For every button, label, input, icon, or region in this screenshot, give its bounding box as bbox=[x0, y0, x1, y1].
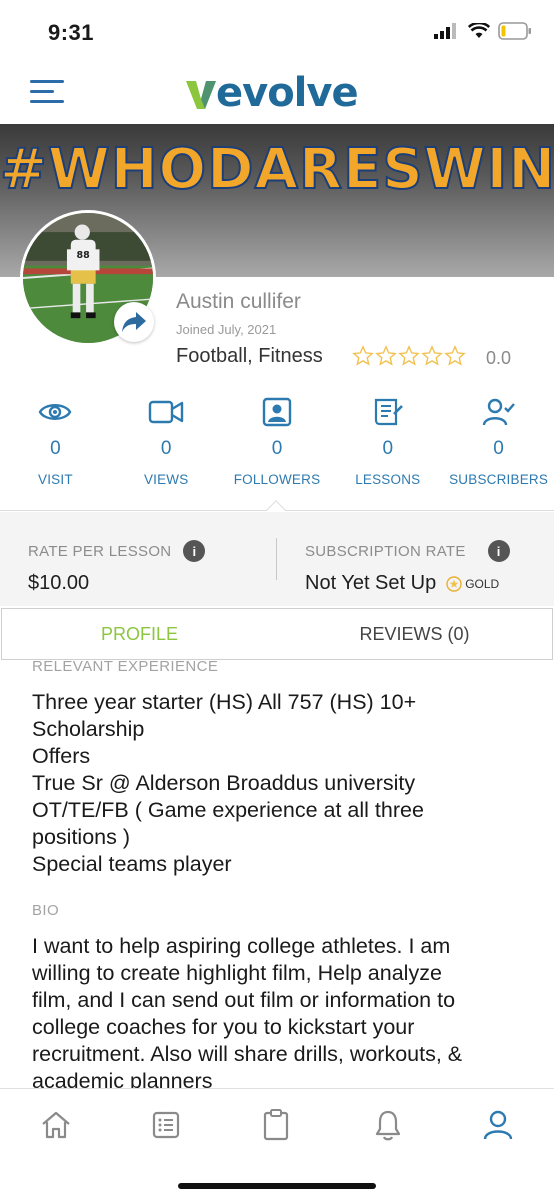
rating-value: 0.0 bbox=[486, 348, 512, 368]
info-icon[interactable]: i bbox=[487, 540, 510, 562]
battery-icon bbox=[498, 22, 531, 40]
app-logo: evolve bbox=[186, 70, 359, 116]
profile-content: RELEVANT EXPERIENCE Three year starter (… bbox=[0, 660, 554, 1088]
stat-followers[interactable]: 0 FOLLOWERS bbox=[222, 392, 333, 502]
menu-icon[interactable] bbox=[30, 80, 66, 106]
clipboard-icon bbox=[263, 1109, 289, 1141]
subscription-rate-value: Not Yet Set Up bbox=[305, 572, 437, 594]
home-indicator bbox=[178, 1183, 376, 1189]
nav-home[interactable] bbox=[36, 1107, 76, 1143]
stat-followers-label: FOLLOWERS bbox=[233, 472, 321, 487]
stat-lessons[interactable]: 0 LESSONS bbox=[332, 392, 443, 502]
svg-text:88: 88 bbox=[77, 250, 91, 261]
gold-star-icon bbox=[446, 575, 462, 592]
profile-icon bbox=[483, 1110, 513, 1140]
gold-label: GOLD bbox=[465, 576, 500, 591]
bio-label: BIO bbox=[32, 902, 60, 919]
star-icon bbox=[375, 345, 397, 366]
status-icons bbox=[434, 22, 532, 40]
joined-date: Joined July, 2021 bbox=[176, 322, 277, 337]
home-icon bbox=[42, 1111, 70, 1139]
banner-text: #WHODARESWINS bbox=[0, 136, 554, 203]
tab-profile[interactable]: PROFILE bbox=[2, 609, 277, 659]
list-icon bbox=[152, 1111, 180, 1139]
stat-views-label: VIEWS bbox=[143, 472, 189, 487]
signal-icon bbox=[434, 23, 456, 39]
subscription-rate: SUBSCRIPTION RATE i Not Yet Set Up GOLD bbox=[305, 540, 510, 595]
rates-panel: RATE PER LESSON i $10.00 SUBSCRIPTION RA… bbox=[0, 512, 554, 606]
star-icon bbox=[352, 345, 374, 366]
lessons-doc-icon bbox=[374, 398, 403, 426]
subscription-rate-title: SUBSCRIPTION RATE bbox=[305, 542, 466, 560]
stat-views-value: 0 bbox=[160, 438, 172, 459]
stat-subscribers-value: 0 bbox=[493, 438, 504, 459]
user-portrait-icon bbox=[262, 397, 292, 427]
stat-subscribers-label: SUBSCRIBERS bbox=[449, 472, 549, 487]
rate-per-lesson-title: RATE PER LESSON bbox=[28, 542, 172, 560]
nav-notifications[interactable] bbox=[368, 1107, 408, 1143]
status-bar: 9:31 bbox=[0, 0, 554, 60]
rate-per-lesson-value: $10.00 bbox=[28, 572, 90, 594]
user-check-icon bbox=[482, 398, 515, 426]
tab-reviews[interactable]: REVIEWS (0) bbox=[277, 609, 552, 659]
logo-text: evolve bbox=[216, 70, 359, 116]
profile-tabs: PROFILE REVIEWS (0) bbox=[1, 608, 553, 660]
stat-lessons-label: LESSONS bbox=[355, 472, 421, 487]
nav-profile[interactable] bbox=[478, 1107, 518, 1143]
stat-subscribers[interactable]: 0 SUBSCRIBERS bbox=[443, 392, 554, 502]
wifi-icon bbox=[468, 23, 490, 38]
profile-sports: Football, Fitness bbox=[176, 345, 323, 367]
star-icon bbox=[444, 345, 466, 366]
experience-label: RELEVANT EXPERIENCE bbox=[32, 660, 219, 675]
rate-per-lesson: RATE PER LESSON i $10.00 bbox=[28, 540, 206, 595]
stat-lessons-value: 0 bbox=[382, 438, 394, 459]
stat-views[interactable]: 0 VIEWS bbox=[111, 392, 222, 502]
nav-clipboard[interactable] bbox=[256, 1107, 296, 1143]
logo-v-mark bbox=[186, 81, 216, 109]
stats-row: 0 VISIT 0 VIEWS 0 FOLLOWERS 0 LESSONS 0 … bbox=[0, 392, 554, 502]
star-icon bbox=[398, 345, 420, 366]
app-header: evolve bbox=[0, 60, 554, 124]
stat-visit-label: VISIT bbox=[38, 472, 73, 487]
star-icon bbox=[421, 345, 443, 366]
bio-text: I want to help aspiring college athletes… bbox=[32, 934, 463, 1088]
bell-icon bbox=[375, 1110, 401, 1141]
stat-visit-value: 0 bbox=[50, 438, 61, 459]
share-button[interactable] bbox=[114, 302, 154, 342]
video-camera-icon bbox=[148, 400, 184, 424]
profile-name: Austin cullifer bbox=[176, 290, 301, 313]
stat-visit[interactable]: 0 VISIT bbox=[0, 392, 111, 502]
rates-separator bbox=[276, 538, 277, 580]
stat-followers-value: 0 bbox=[271, 438, 283, 459]
gold-badge: GOLD bbox=[446, 575, 500, 592]
nav-list[interactable] bbox=[146, 1107, 186, 1143]
status-time: 9:31 bbox=[48, 20, 95, 45]
eye-icon bbox=[39, 404, 72, 420]
info-icon[interactable]: i bbox=[183, 540, 206, 562]
experience-text: Three year starter (HS) All 757 (HS) 10+… bbox=[32, 690, 424, 876]
rating-stars bbox=[352, 345, 466, 367]
share-arrow-icon bbox=[122, 312, 146, 332]
